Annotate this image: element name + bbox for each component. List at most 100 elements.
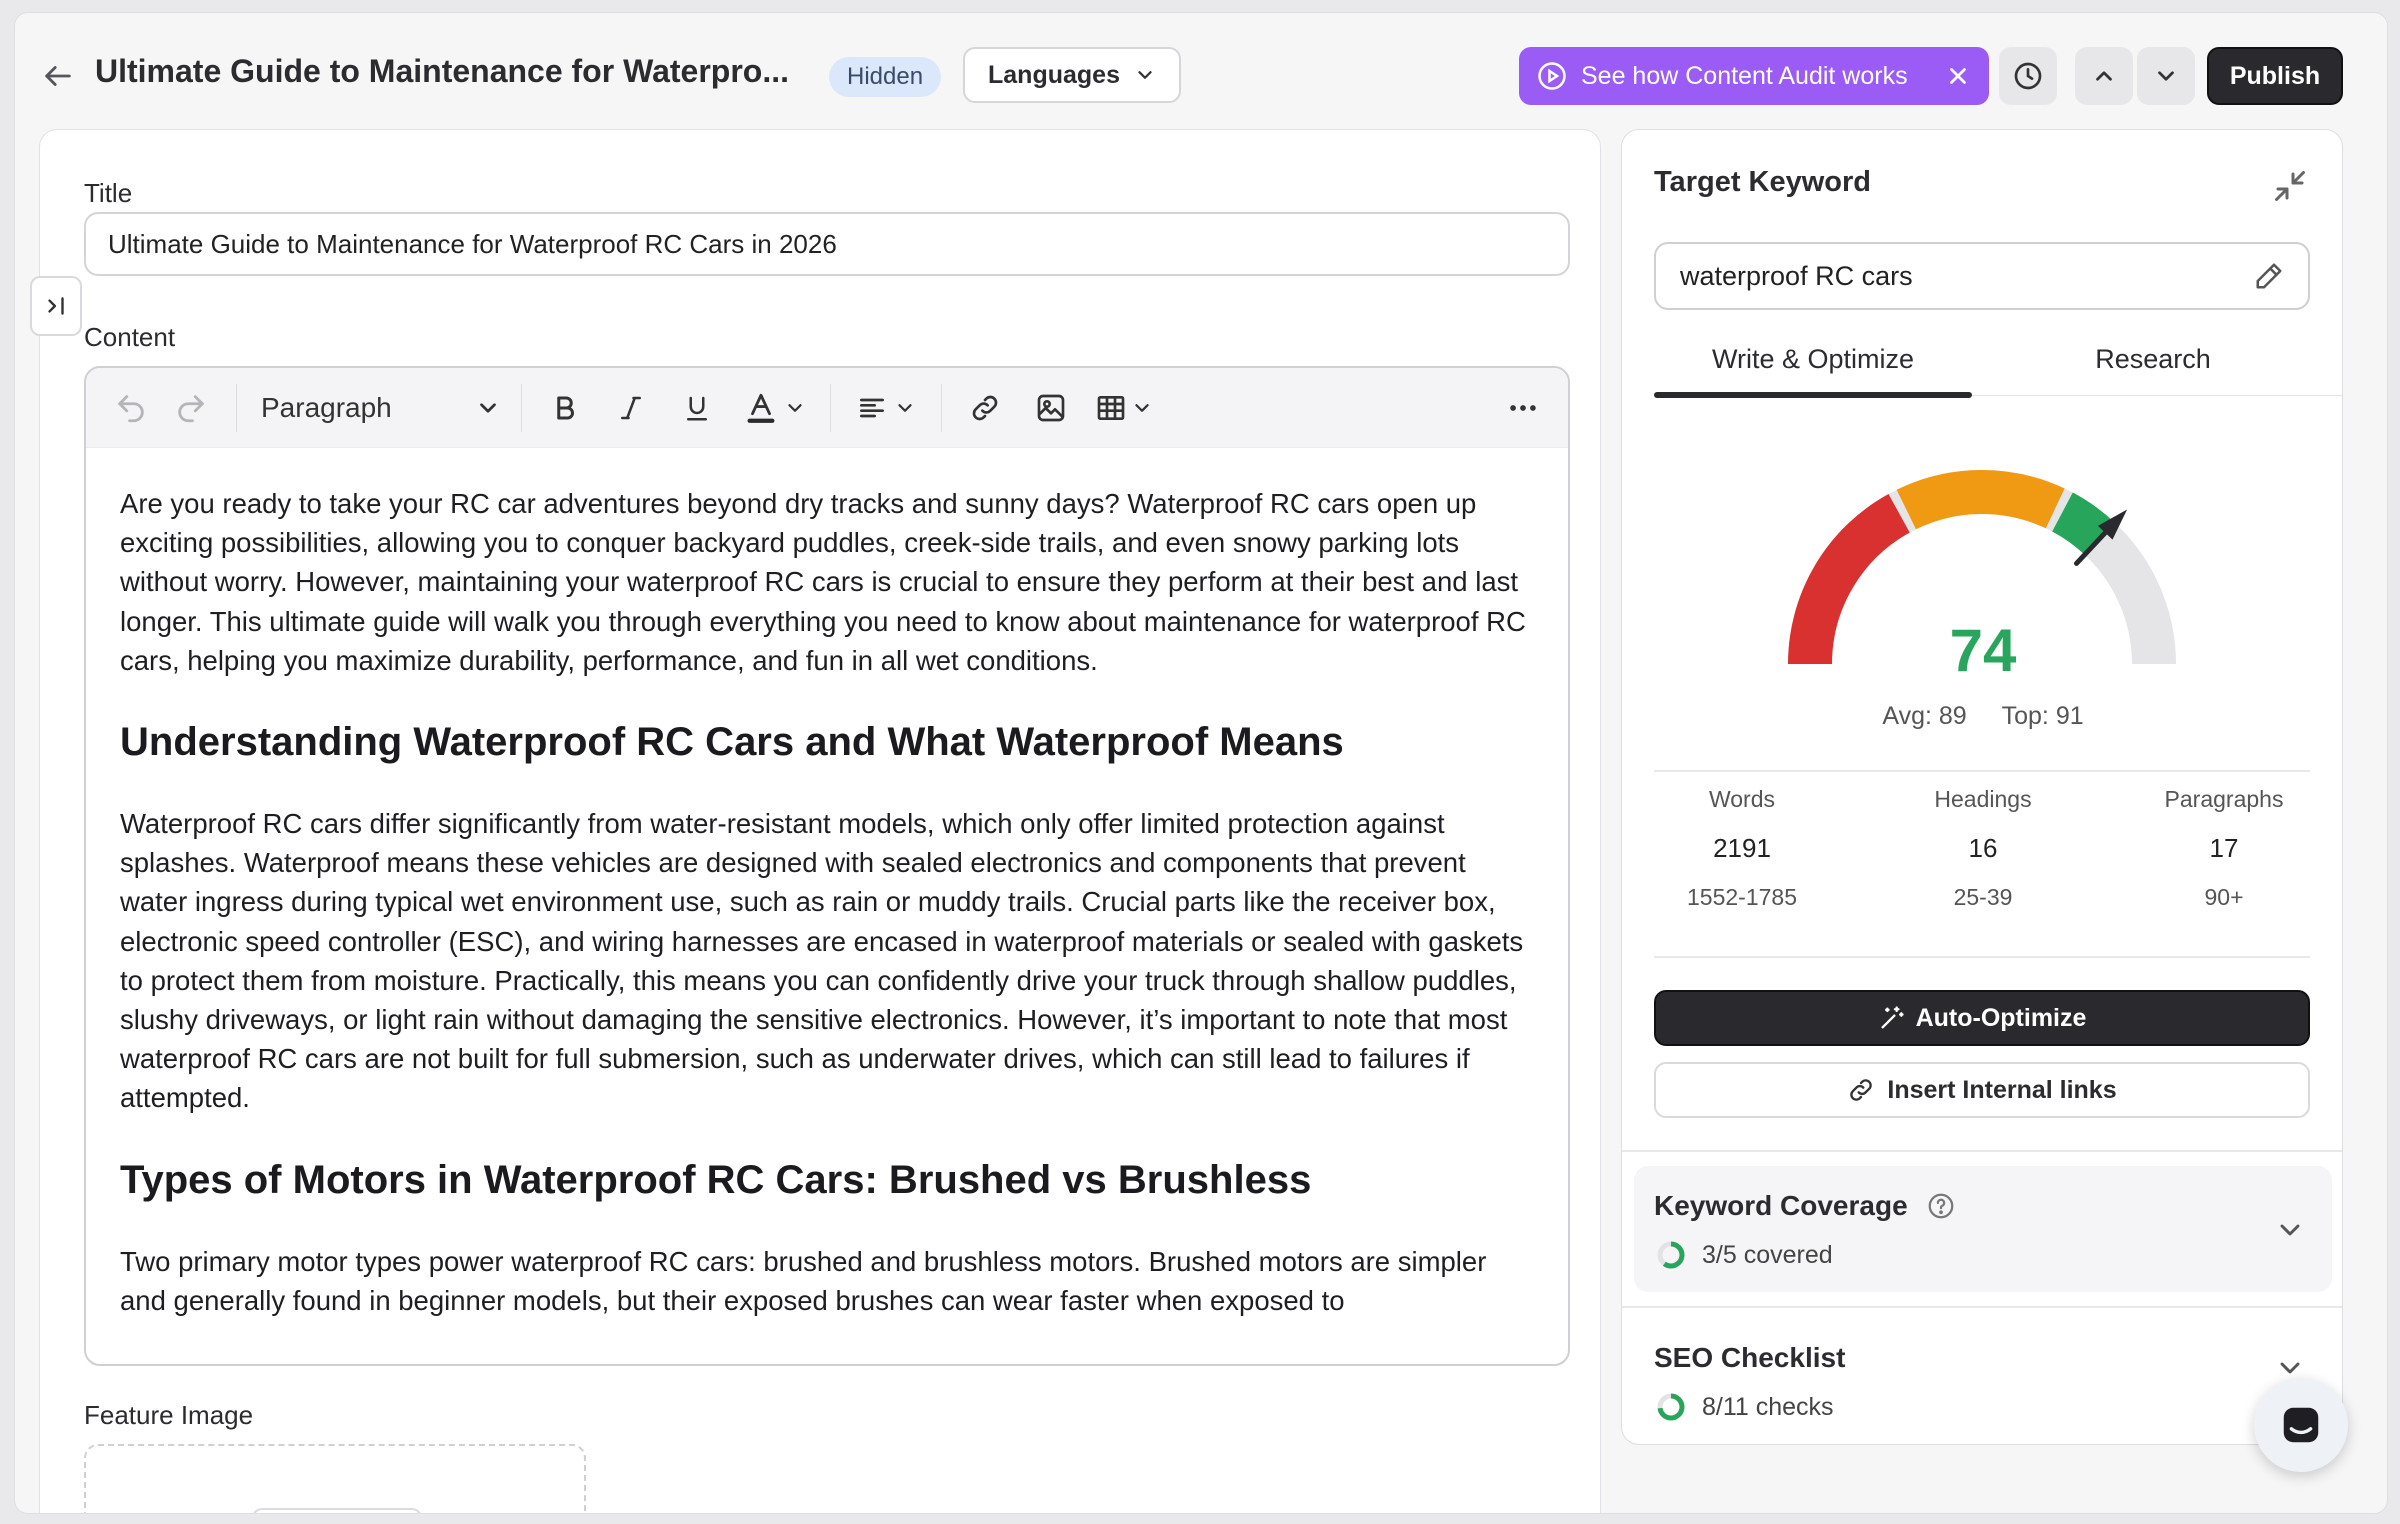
link-icon xyxy=(1850,1079,1873,1101)
redo-button[interactable] xyxy=(156,380,226,436)
image-button[interactable] xyxy=(1018,380,1084,436)
divider xyxy=(1622,1306,2342,1308)
chat-icon xyxy=(2283,1407,2319,1443)
expand-sidebar-icon xyxy=(48,297,64,315)
progress-ring-icon xyxy=(1657,1241,1685,1269)
section-title: SEO Checklist xyxy=(1654,1342,1845,1374)
page-title: Ultimate Guide to Maintenance for Waterp… xyxy=(95,53,789,89)
chevron-down-icon[interactable] xyxy=(2274,1214,2306,1246)
chevron-down-icon xyxy=(788,403,802,412)
toolbar-divider xyxy=(830,383,831,432)
languages-label: Languages xyxy=(988,60,1120,89)
stat-range: 1552-1785 xyxy=(1687,884,1797,910)
more-options-button[interactable] xyxy=(1488,380,1558,436)
app-window: Ultimate Guide to Maintenance for Waterp… xyxy=(14,12,2388,1514)
editor-panel: Title Ultimate Guide to Maintenance for … xyxy=(30,129,1601,1513)
insert-internal-links-button[interactable]: Insert Internal links xyxy=(1654,1062,2310,1118)
bold-icon xyxy=(557,396,574,419)
stat-value: 16 xyxy=(1968,833,1998,863)
underline-button[interactable] xyxy=(664,380,730,436)
seo-checklist-summary: 8/11 checks xyxy=(1702,1392,1834,1421)
feature-image-dropzone[interactable] xyxy=(84,1444,586,1513)
feature-image-upload-button[interactable] xyxy=(252,1508,422,1513)
rich-text-editor: Paragraph Are you ready to take your RC … xyxy=(84,366,1570,1366)
undo-button[interactable] xyxy=(106,380,156,436)
stat-paragraphs: Paragraphs 17 90+ xyxy=(2104,786,2342,911)
paragraph: Two primary motor types power waterproof… xyxy=(120,1245,1487,1316)
chevron-down-icon xyxy=(1135,403,1149,412)
panel-tabs: Write & Optimize Research xyxy=(1654,320,2342,398)
collapse-icon[interactable] xyxy=(2272,168,2308,204)
block-type-dropdown[interactable]: Paragraph xyxy=(247,380,511,436)
stat-label: Words xyxy=(1708,786,1776,812)
stat-range: 25-39 xyxy=(1953,884,2013,910)
tab-write-optimize[interactable]: Write & Optimize xyxy=(1654,320,1972,398)
section-summary: 3/5 covered xyxy=(1656,1240,1833,1270)
panel-title: Target Keyword xyxy=(1654,166,1872,198)
status-badge: Hidden xyxy=(829,57,942,97)
stat-words: Words 2191 1552-1785 xyxy=(1622,786,1862,911)
seo-checklist-title: SEO Checklist xyxy=(1654,1342,1846,1373)
toolbar-divider xyxy=(236,383,237,432)
paragraph: Are you ready to take your RC car advent… xyxy=(120,488,1526,676)
more-horizontal-icon xyxy=(1510,404,1536,411)
content-label: Content xyxy=(84,322,176,352)
auto-optimize-label: Auto-Optimize xyxy=(1915,1003,2087,1032)
help-circle-icon[interactable] xyxy=(1926,1191,1956,1221)
section-title: Keyword Coverage xyxy=(1654,1190,1956,1222)
chevron-down-icon xyxy=(898,403,912,412)
keyword-coverage-summary: 3/5 covered xyxy=(1702,1240,1833,1269)
feature-image-label: Feature Image xyxy=(84,1400,254,1430)
seo-checklist-section[interactable]: SEO Checklist 8/11 checks xyxy=(1634,1318,2332,1444)
divider xyxy=(1654,770,2310,772)
next-button[interactable] xyxy=(2137,47,2195,105)
divider xyxy=(1654,956,2310,958)
pencil-icon[interactable] xyxy=(2254,261,2284,291)
stat-value: 17 xyxy=(2209,833,2239,863)
top-bar: Ultimate Guide to Maintenance for Waterp… xyxy=(15,13,2387,135)
support-chat-button[interactable] xyxy=(2254,1378,2348,1472)
editor-body[interactable]: Are you ready to take your RC car advent… xyxy=(86,448,1568,1320)
text-color-button[interactable] xyxy=(730,380,820,436)
keyword-coverage-section[interactable]: Keyword Coverage 3/5 covered xyxy=(1634,1166,2332,1292)
tab-research[interactable]: Research xyxy=(1994,320,2312,396)
link-button[interactable] xyxy=(952,380,1018,436)
auto-optimize-button[interactable]: Auto-Optimize xyxy=(1654,990,2310,1046)
italic-icon xyxy=(621,396,641,419)
toolbar-divider xyxy=(521,383,522,432)
languages-dropdown[interactable]: Languages xyxy=(963,47,1181,103)
history-button[interactable] xyxy=(1999,47,2057,105)
italic-button[interactable] xyxy=(598,380,664,436)
underline-icon xyxy=(687,396,707,420)
chevron-down-icon xyxy=(1138,71,1152,79)
magic-wand-icon xyxy=(1881,1006,1904,1029)
redo-icon xyxy=(178,394,204,422)
stat-label: Headings xyxy=(1934,786,2032,812)
undo-icon xyxy=(118,394,144,422)
sidebar-toggle-button[interactable] xyxy=(30,276,82,336)
table-button[interactable] xyxy=(1084,380,1164,436)
previous-button[interactable] xyxy=(2075,47,2133,105)
paragraph: Waterproof RC cars differ significantly … xyxy=(120,808,1524,1114)
chevron-down-icon xyxy=(2158,71,2174,81)
title-input[interactable]: Ultimate Guide to Maintenance for Waterp… xyxy=(84,212,1570,276)
stat-value: 2191 xyxy=(1713,833,1771,863)
insert-links-label: Insert Internal links xyxy=(1887,1075,2117,1104)
link-icon xyxy=(972,395,998,420)
heading: Types of Motors in Waterproof RC Cars: B… xyxy=(120,1157,1312,1202)
keyword-value: waterproof RC cars xyxy=(1680,260,1913,291)
content-audit-banner-button[interactable]: See how Content Audit works xyxy=(1519,47,1989,105)
chevron-down-icon xyxy=(480,402,496,413)
audit-label: See how Content Audit works xyxy=(1581,61,1908,90)
close-icon[interactable] xyxy=(1945,63,1971,89)
editor-toolbar: Paragraph xyxy=(86,368,1568,448)
target-keyword-input[interactable]: waterproof RC cars xyxy=(1654,242,2310,310)
toolbar-divider xyxy=(941,383,942,432)
back-arrow-icon[interactable] xyxy=(41,59,75,93)
gauge-segment-high xyxy=(2051,492,2115,556)
align-button[interactable] xyxy=(841,380,931,436)
bold-button[interactable] xyxy=(532,380,598,436)
publish-button[interactable]: Publish xyxy=(2207,47,2343,105)
average-score: Avg: 89 xyxy=(1882,702,1967,730)
clock-icon xyxy=(2014,62,2042,90)
